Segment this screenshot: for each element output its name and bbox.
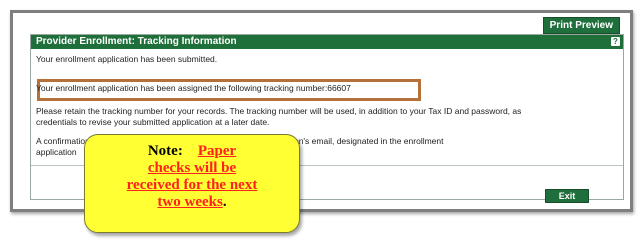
retain-message-line-2: credentials to revise your submitted app…	[36, 117, 270, 127]
panel-header: Provider Enrollment: Tracking Informatio…	[31, 35, 623, 49]
note-text-line-4: two weeks	[157, 194, 223, 210]
note-text-line-2: checks will be	[147, 160, 237, 176]
submitted-message: Your enrollment application has been sub…	[36, 54, 218, 64]
note-text-line-1: Paper	[197, 143, 237, 159]
tracking-number-message: Your enrollment application has been ass…	[36, 83, 351, 93]
exit-button[interactable]: Exit	[545, 189, 589, 203]
note-label: Note:	[147, 143, 183, 159]
panel-title: Provider Enrollment: Tracking Informatio…	[36, 36, 237, 47]
retain-message-line-1: Please retain the tracking number for yo…	[36, 106, 522, 116]
print-preview-button[interactable]: Print Preview	[542, 17, 620, 34]
note-period: .	[222, 194, 227, 210]
note-callout: Note: Paper checks will be received for …	[84, 134, 300, 233]
note-text-line-3: received for the next	[126, 177, 258, 193]
help-icon[interactable]: ?	[611, 37, 620, 46]
